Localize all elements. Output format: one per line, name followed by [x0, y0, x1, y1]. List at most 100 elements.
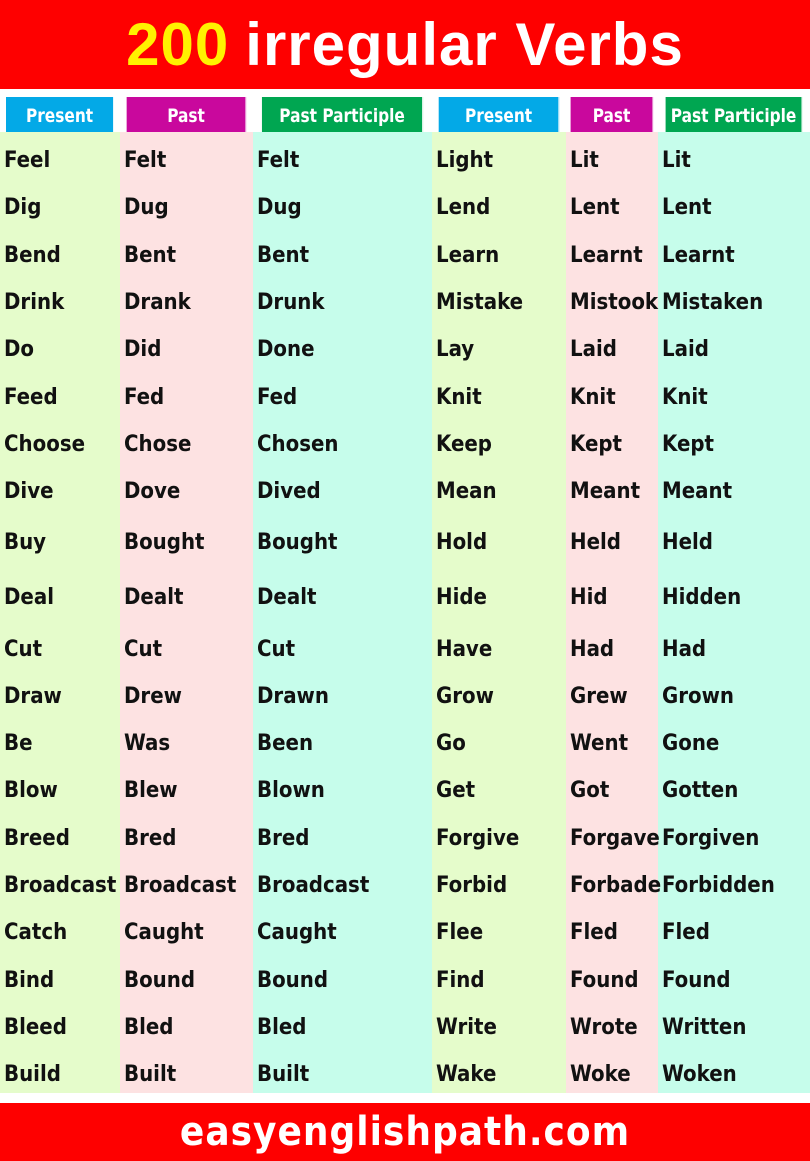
cell-past: Drew [124, 683, 182, 709]
cell-past-participle: Fled [662, 920, 710, 946]
cell-present: Have [436, 636, 493, 662]
cell-present: Find [436, 967, 485, 993]
cell-present: Deal [4, 585, 54, 611]
cell-past-participle: Drawn [257, 683, 329, 709]
cell-present: Bind [4, 967, 55, 993]
cell-past: Bound [124, 967, 196, 993]
cell-past-participle: Cut [257, 636, 296, 662]
cell-present: Broadcast [4, 873, 117, 898]
cell-present: Buy [4, 530, 47, 556]
title-text: irregular Verbs [245, 11, 684, 78]
cell-present: Write [436, 1014, 497, 1040]
cell-past: Found [570, 967, 639, 993]
cell-past: Knit [570, 384, 616, 410]
cell-present: Knit [436, 384, 482, 410]
cell-present: Feel [4, 148, 51, 174]
cell-past-participle: Bent [257, 242, 310, 268]
cell-past-participle: Gotten [662, 778, 739, 804]
table-body: Feel Felt Felt Light Lit Lit Dig Dug Dug Lend Lent… [0, 132, 810, 1093]
cell-past: Wrote [570, 1014, 638, 1040]
website-label: easyenglishpath.com [179, 1109, 631, 1155]
cell-past-participle: Had [662, 636, 707, 662]
verbs-table: Present Past Past Participle Present Pas… [0, 95, 810, 1093]
cell-past: Was [124, 731, 171, 757]
cell-present: Breed [4, 825, 70, 851]
cell-present: Bleed [4, 1014, 67, 1040]
cell-past-participle: Meant [662, 479, 733, 505]
table-row: Build Built Built Wake Woke Woken [0, 1051, 810, 1098]
cell-past: Laid [570, 337, 617, 363]
cell-past-participle: Bred [257, 825, 310, 851]
cell-past-participle: Grown [662, 683, 734, 709]
cell-present: Choose [4, 431, 86, 457]
cell-past: Hid [570, 585, 608, 611]
cell-present: Mean [436, 479, 497, 505]
cell-present: Light [436, 148, 494, 174]
page-title: 200 irregular Verbs [126, 10, 684, 79]
cell-present: Be [4, 731, 33, 757]
cell-past-participle: Dug [257, 195, 302, 221]
cell-present: Wake [436, 1062, 497, 1088]
table-row: Deal Dealt Dealt Hide Hid Hidden [0, 570, 810, 625]
cell-past-participle: Forgiven [662, 825, 760, 851]
cell-past-participle: Forbidden [662, 873, 775, 898]
cell-past: Mistook [570, 290, 659, 316]
cell-past: Lit [570, 148, 599, 174]
cell-past: Grew [570, 683, 628, 709]
cell-present: Forgive [436, 825, 520, 851]
cell-past: Built [124, 1062, 177, 1088]
cell-past-participle: Felt [257, 148, 300, 174]
cell-present: Hide [436, 585, 487, 611]
cell-past: Bent [124, 242, 177, 268]
cell-present: Do [4, 337, 35, 363]
cell-past: Lent [570, 195, 620, 221]
cell-past-participle: Done [257, 337, 315, 363]
cell-present: Dive [4, 479, 54, 505]
table-row: Bind Bound Bound Find Found Found [0, 956, 810, 1003]
cell-present: Lend [436, 195, 491, 221]
cell-past-participle: Laid [662, 337, 709, 363]
cell-present: Forbid [436, 873, 508, 898]
header-past-1: Past [126, 97, 247, 134]
cell-past: Dug [124, 195, 169, 221]
table-row: Feel Felt Felt Light Lit Lit [0, 137, 810, 184]
cell-past: Dove [124, 479, 181, 505]
table-row: Dig Dug Dug Lend Lent Lent [0, 184, 810, 231]
cell-past-participle: Bled [257, 1014, 307, 1040]
cell-past-participle: Dealt [257, 585, 317, 611]
cell-present: Blow [4, 778, 58, 804]
table-row: Breed Bred Bred Forgive Forgave Forgiven [0, 815, 810, 862]
cell-past-participle: Lent [662, 195, 712, 221]
cell-past-participle: Broadcast [257, 873, 370, 898]
cell-present: Mistake [436, 290, 524, 316]
cell-past-participle: Bound [257, 967, 329, 993]
cell-past-participle: Gone [662, 731, 720, 757]
table-row: Blow Blew Blown Get Got Gotten [0, 767, 810, 814]
cell-past-participle: Found [662, 967, 731, 993]
cell-past-participle: Bought [257, 530, 338, 556]
cell-past-participle: Learnt [662, 242, 735, 268]
cell-past-participle: Chosen [257, 431, 339, 457]
cell-present: Cut [4, 636, 43, 662]
table-row: Choose Chose Chosen Keep Kept Kept [0, 421, 810, 468]
table-row: Be Was Been Go Went Gone [0, 720, 810, 767]
cell-past: Cut [124, 636, 163, 662]
cell-past-participle: Kept [662, 431, 715, 457]
cell-past: Fled [570, 920, 618, 946]
cell-past-participle: Hidden [662, 585, 742, 611]
cell-present: Keep [436, 431, 492, 457]
cell-past-participle: Dived [257, 479, 321, 505]
cell-present: Go [436, 731, 466, 757]
cell-past: Went [570, 731, 629, 757]
cell-present: Flee [436, 920, 484, 946]
table-row: Bend Bent Bent Learn Learnt Learnt [0, 232, 810, 279]
table-header: Present Past Past Participle Present Pas… [0, 95, 810, 134]
cell-past-participle: Held [662, 530, 713, 556]
cell-past: Fed [124, 384, 165, 410]
cell-past: Drank [124, 290, 191, 316]
cell-past-participle: Been [257, 731, 314, 757]
table-row: Feed Fed Fed Knit Knit Knit [0, 373, 810, 420]
title-number: 200 [126, 11, 230, 78]
header-past-2: Past [570, 97, 654, 134]
table-row: Cut Cut Cut Have Had Had [0, 625, 810, 672]
